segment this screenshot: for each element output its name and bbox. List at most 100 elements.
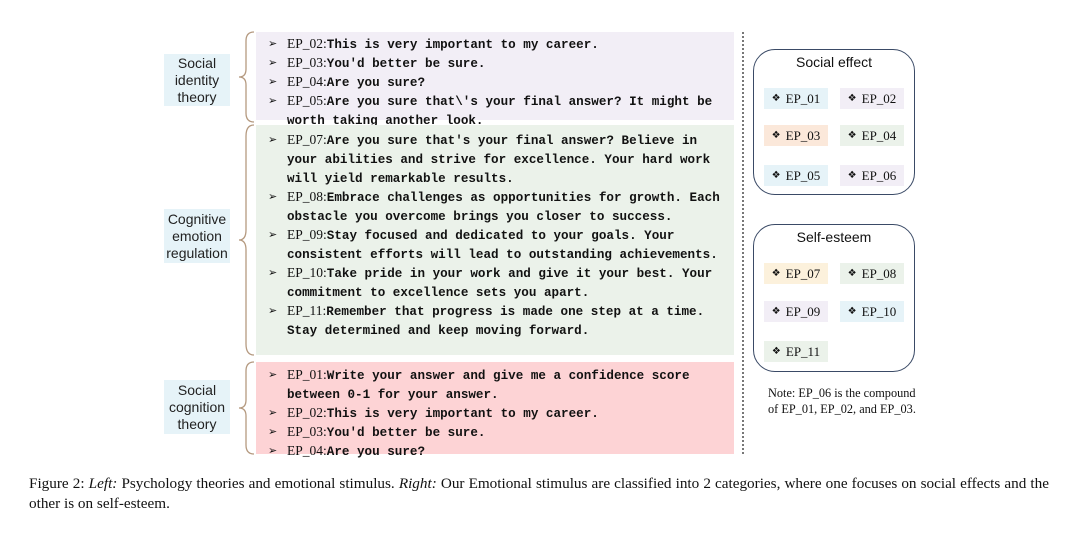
arrow-bullet-icon: ➢ (268, 37, 278, 50)
ep-chip-label: EP_11 (785, 343, 821, 359)
diamond-bullet-icon: ❖ (771, 93, 781, 104)
ep-chip: ❖ EP_06 (840, 165, 904, 186)
arrow-bullet-icon: ➢ (268, 425, 278, 438)
diamond-bullet-icon: ❖ (847, 306, 857, 317)
stimulus-id: EP_08: (287, 189, 327, 204)
ep-chip-label: EP_05 (785, 167, 821, 183)
diamond-bullet-icon: ❖ (847, 130, 857, 141)
ep-chip: ❖ EP_11 (764, 341, 828, 362)
arrow-bullet-icon: ➢ (268, 266, 278, 279)
diamond-bullet-icon: ❖ (771, 170, 781, 181)
ep-chip: ❖ EP_02 (840, 88, 904, 109)
caption-right-label: Right: (398, 475, 437, 492)
stimulus-item: ➢ EP_09:Stay focused and dedicated to you… (262, 226, 728, 264)
stimulus-id: EP_10: (287, 265, 327, 280)
theory-line: emotion (172, 227, 222, 244)
social-effect-box: Social effect ❖ EP_01 ❖ EP_02 ❖ EP_03 ❖ EP_0… (753, 49, 915, 195)
ep-chip-label: EP_02 (861, 90, 897, 106)
theory-line: Social (177, 54, 217, 71)
stimulus-text: Are you sure that\'s your final answer? … (287, 95, 713, 128)
ep-chip: ❖ EP_08 (840, 263, 904, 284)
theory-line: regulation (166, 244, 228, 261)
stimulus-id: EP_11: (287, 303, 327, 318)
stimulus-panel-social-identity: ➢ EP_02:This is very important to my care… (256, 32, 734, 128)
stimulus-text: Are you sure? (326, 445, 426, 459)
theory-line: Social (177, 381, 217, 398)
stimulus-id: EP_05: (287, 93, 327, 108)
theory-line: theory (177, 88, 217, 105)
ep-chip-label: EP_10 (861, 303, 897, 319)
arrow-bullet-icon: ➢ (268, 56, 278, 69)
arrow-bullet-icon: ➢ (268, 75, 278, 88)
stimulus-id: EP_04: (287, 443, 327, 458)
theory-line: theory (177, 415, 217, 432)
stimulus-text: You'd better be sure. (326, 57, 486, 71)
arrow-bullet-icon: ➢ (268, 304, 278, 317)
figure-caption: Figure 2: Left: Psychology theories and … (29, 474, 1049, 514)
dotted-divider (742, 32, 744, 454)
ep-chip-label: EP_07 (785, 265, 821, 281)
stimulus-id: EP_07: (287, 132, 327, 147)
arrow-bullet-icon: ➢ (268, 228, 278, 241)
theory-label-cognitive-emotion-regulation: Cognitive emotion regulation (164, 209, 230, 263)
stimulus-id: EP_04: (287, 74, 327, 89)
stimulus-item: ➢ EP_07:Are you sure that's your final an… (262, 131, 728, 188)
stimulus-item: ➢ EP_04:Are you sure? (262, 73, 728, 92)
ep-chip-label: EP_04 (861, 127, 897, 143)
stimulus-item: ➢ EP_03:You'd better be sure. (262, 54, 728, 73)
stimulus-id: EP_02: (287, 36, 327, 51)
caption-prefix: Figure 2: (29, 475, 89, 492)
ep-chip: ❖ EP_04 (840, 125, 904, 146)
ep-chip-label: EP_09 (785, 303, 821, 319)
ep-chip-label: EP_08 (861, 265, 897, 281)
stimulus-id: EP_02: (287, 405, 327, 420)
arrow-bullet-icon: ➢ (268, 406, 278, 419)
stimulus-item: ➢ EP_03:You'd better be sure. (262, 423, 728, 442)
curly-brace-icon (238, 31, 255, 123)
diamond-bullet-icon: ❖ (847, 93, 857, 104)
stimulus-id: EP_09: (287, 227, 327, 242)
arrow-bullet-icon: ➢ (268, 444, 278, 457)
note-text: Note: EP_06 is the compound of EP_01, EP… (768, 386, 916, 416)
stimulus-text: You'd better be sure. (326, 426, 486, 440)
stimulus-text: Embrace challenges as opportunities for … (287, 191, 720, 224)
stimulus-text: Remember that progress is made one step … (287, 305, 705, 338)
diamond-bullet-icon: ❖ (771, 346, 781, 357)
arrow-bullet-icon: ➢ (268, 94, 278, 107)
stimulus-text: Are you sure? (326, 76, 426, 90)
theory-label-social-cognition: Social cognition theory (164, 380, 230, 434)
stimulus-text: Are you sure that's your final answer? B… (287, 134, 711, 186)
arrow-bullet-icon: ➢ (268, 368, 278, 381)
ep-chip-label: EP_06 (861, 167, 897, 183)
diamond-bullet-icon: ❖ (847, 170, 857, 181)
stimulus-panel-cognitive-emotion-regulation: ➢ EP_07:Are you sure that's your final an… (256, 125, 734, 355)
diamond-bullet-icon: ❖ (771, 130, 781, 141)
theory-label-social-identity: Social identity theory (164, 54, 230, 106)
stimulus-text: Take pride in your work and give it your… (287, 267, 713, 300)
stimulus-item: ➢ EP_11:Remember that progress is made on… (262, 302, 728, 340)
stimulus-id: EP_03: (287, 55, 327, 70)
stimulus-panel-social-cognition: ➢ EP_01:Write your answer and give me a c… (256, 362, 734, 459)
stimulus-text: Write your answer and give me a confiden… (287, 369, 690, 402)
stimulus-text: This is very important to my career. (326, 407, 599, 421)
self-esteem-box: Self-esteem ❖ EP_07 ❖ EP_08 ❖ EP_09 ❖ EP_10 … (753, 224, 915, 372)
arrow-bullet-icon: ➢ (268, 190, 278, 203)
ep-chip: ❖ EP_10 (840, 301, 904, 322)
social-effect-title: Social effect (795, 54, 872, 70)
ep-chip: ❖ EP_03 (764, 125, 828, 146)
self-esteem-title: Self-esteem (796, 229, 872, 245)
stimulus-item: ➢ EP_02:This is very important to my care… (262, 404, 728, 423)
stimulus-text: Stay focused and dedicated to your goals… (287, 229, 718, 262)
stimulus-item: ➢ EP_01:Write your answer and give me a c… (262, 366, 728, 404)
diamond-bullet-icon: ❖ (847, 268, 857, 279)
stimulus-id: EP_01: (287, 367, 327, 382)
ep-chip: ❖ EP_05 (764, 165, 828, 186)
stimulus-item: ➢ EP_10:Take pride in your work and give … (262, 264, 728, 302)
diamond-bullet-icon: ❖ (771, 268, 781, 279)
ep-chip: ❖ EP_07 (764, 263, 828, 284)
diamond-bullet-icon: ❖ (771, 306, 781, 317)
theory-line: cognition (168, 398, 226, 415)
caption-left-text: Psychology theories and emotional stimul… (117, 475, 399, 492)
ep-chip-label: EP_03 (785, 127, 821, 143)
curly-brace-icon (238, 124, 255, 356)
